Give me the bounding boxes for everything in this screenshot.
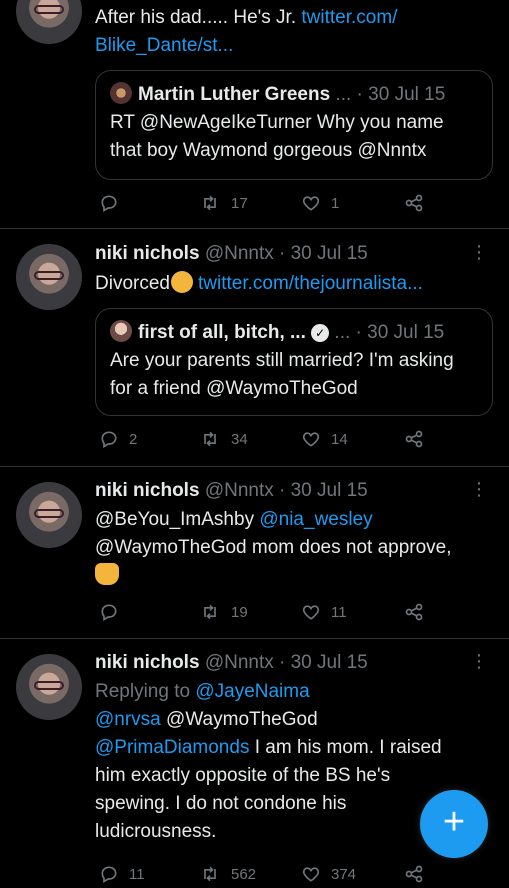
reply-button[interactable] [99, 602, 129, 622]
retweet-button[interactable]: 17 [199, 193, 248, 213]
tweet-link[interactable]: twitter.com/ [301, 7, 397, 28]
heart-icon [302, 605, 320, 620]
quoted-tweet-header: first of all, bitch, ... ✓ ... · 30 Jul … [110, 319, 478, 347]
mention-link[interactable]: @nrvsa [95, 709, 161, 730]
avatar[interactable] [16, 654, 82, 720]
share-icon [405, 194, 423, 212]
reply-button[interactable] [99, 193, 129, 213]
tweet-text: After his dad..... He's Jr. twitter.com/… [95, 7, 398, 56]
tweet-3[interactable]: niki nichols @Nnntx · 30 Jul 15 ⋮ @BeYou… [0, 466, 509, 639]
reply-button[interactable]: 11 [99, 864, 145, 884]
share-button[interactable] [403, 864, 425, 884]
like-button[interactable]: 11 [301, 602, 347, 622]
mention-link[interactable]: @nia_wesley [259, 509, 372, 530]
tweet-link-continued[interactable]: Blike_Dante/st... [95, 35, 233, 56]
tweet-2[interactable]: niki nichols @Nnntx · 30 Jul 15 ⋮ Divorc… [0, 228, 509, 467]
mention[interactable]: @BeYou_ImAshby [95, 509, 254, 530]
retweet-button[interactable]: 19 [199, 602, 248, 622]
mention-link[interactable]: @PrimaDiamonds [95, 737, 249, 758]
reply-icon [101, 604, 117, 621]
reply-button[interactable]: 2 [99, 429, 137, 449]
replying-to-link[interactable]: @JayeNaima [195, 681, 309, 702]
more-options-icon[interactable]: ⋮ [470, 651, 488, 672]
avatar[interactable] [16, 482, 82, 548]
share-icon [405, 603, 423, 621]
share-button[interactable] [403, 193, 425, 213]
author-handle[interactable]: @Nnntx · 30 Jul 15 [205, 243, 368, 264]
retweet-icon [204, 195, 216, 211]
heart-icon [302, 196, 320, 211]
tweet-actions: 11 562 374 [95, 864, 435, 888]
heart-icon [302, 867, 320, 882]
author-name[interactable]: niki nichols [95, 243, 200, 264]
heart-icon [302, 432, 320, 447]
quoted-tweet[interactable]: first of all, bitch, ... ✓ ... · 30 Jul … [95, 308, 493, 416]
reply-icon [101, 195, 117, 212]
quoted-tweet[interactable]: Martin Luther Greens ... · 30 Jul 15 RT … [95, 70, 493, 180]
author-handle[interactable]: @Nnntx · 30 Jul 15 [205, 652, 368, 673]
retweet-icon [204, 604, 216, 620]
author-handle[interactable]: @Nnntx · 30 Jul 15 [205, 480, 368, 501]
more-options-icon[interactable]: ⋮ [470, 242, 488, 263]
author-name[interactable]: niki nichols [95, 652, 200, 673]
compose-tweet-button[interactable]: + [420, 790, 488, 858]
tweet-actions: 2 34 14 [95, 429, 435, 453]
more-options-icon[interactable]: ⋮ [470, 479, 488, 500]
retweet-button[interactable]: 562 [199, 864, 256, 884]
tweet-link[interactable]: twitter.com/thejournalista... [198, 273, 423, 294]
avatar[interactable] [16, 0, 82, 44]
quoted-tweet-header: Martin Luther Greens ... · 30 Jul 15 [110, 81, 478, 109]
tweet-header: niki nichols @Nnntx · 30 Jul 15 [95, 652, 368, 674]
quoted-avatar [110, 82, 132, 104]
tweet-actions: 17 1 [95, 193, 435, 217]
reply-icon [101, 866, 117, 883]
thumbs-down-emoji-icon [95, 563, 119, 585]
smiling-emoji-icon [170, 271, 193, 293]
verified-badge-icon: ✓ [311, 324, 330, 342]
tweet-header: niki nichols @Nnntx · 30 Jul 15 [95, 480, 368, 502]
quoted-avatar [110, 320, 132, 342]
tweet-header: niki nichols @Nnntx · 30 Jul 15 [95, 243, 368, 265]
like-button[interactable]: 14 [301, 429, 348, 449]
retweet-button[interactable]: 34 [199, 429, 248, 449]
quoted-tweet-text: RT @NewAgeIkeTurner Why you name that bo… [110, 112, 444, 161]
tweet-1[interactable]: After his dad..... He's Jr. twitter.com/… [0, 0, 509, 229]
quoted-tweet-text: Are your parents still married? I'm aski… [110, 350, 454, 399]
reply-icon [101, 431, 117, 448]
tweet-actions: 19 11 [95, 602, 435, 626]
share-icon [405, 865, 423, 883]
author-name[interactable]: niki nichols [95, 480, 200, 501]
tweet-text: @BeYou_ImAshby @nia_wesley @WaymoTheGod … [95, 506, 495, 590]
avatar[interactable] [16, 244, 82, 310]
tweet-text: Divorced twitter.com/thejournalista... [95, 271, 423, 294]
retweet-icon [204, 431, 216, 447]
share-button[interactable] [403, 602, 425, 622]
share-button[interactable] [403, 429, 425, 449]
like-button[interactable]: 1 [301, 193, 339, 213]
like-button[interactable]: 374 [301, 864, 356, 884]
retweet-icon [204, 866, 216, 882]
share-icon [405, 430, 423, 448]
